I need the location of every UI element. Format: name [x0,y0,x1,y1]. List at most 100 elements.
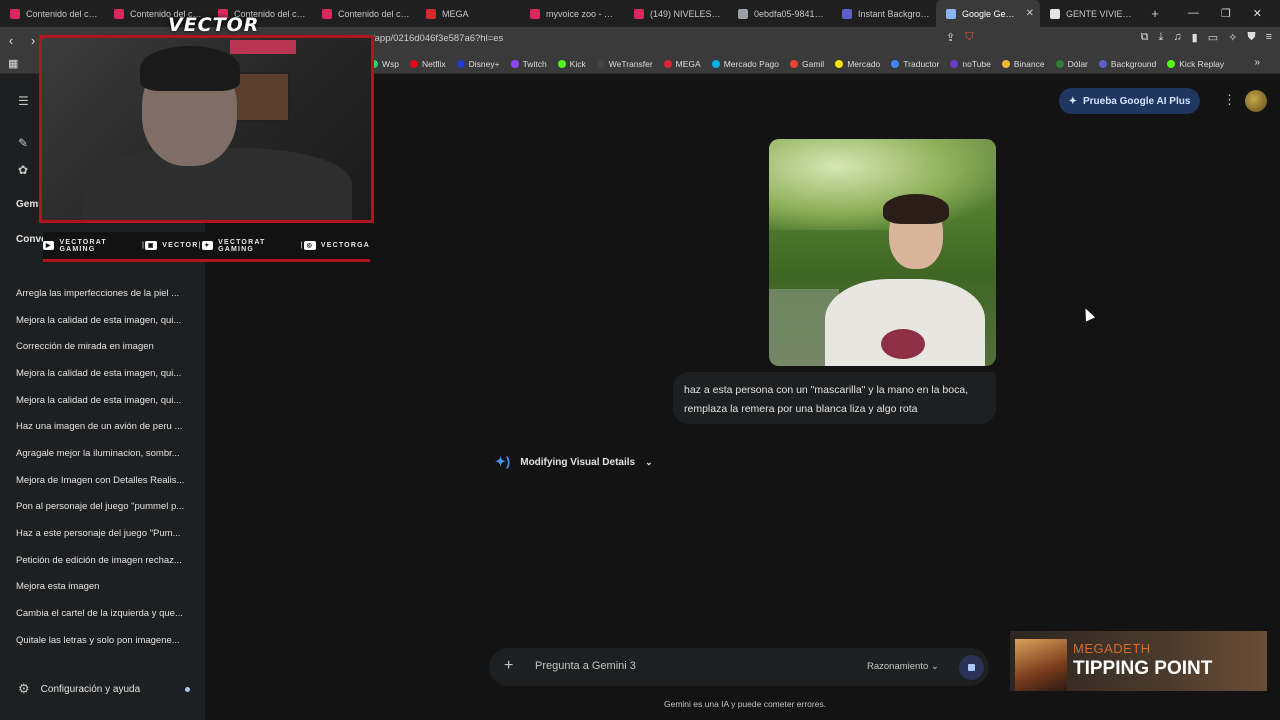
bookmark-item[interactable]: noTube [950,59,991,69]
conversation-item[interactable]: Agragale mejor la iluminacion, sombr... [0,440,205,467]
more-bookmarks-icon[interactable]: » [1254,57,1260,68]
bookmark-item[interactable]: Background [1098,59,1156,69]
ai-icon[interactable]: ✧ [1228,31,1237,44]
uploaded-photo[interactable] [769,139,996,366]
new-tab-button[interactable]: + [1144,6,1166,21]
bookmark-item[interactable]: Mercado Pago [711,59,779,69]
browser-tab[interactable]: (149) NIVELES DE P [624,0,728,27]
background-led-sign [230,40,296,54]
bookmark-item[interactable]: Dólar [1055,59,1088,69]
back-icon[interactable]: ‹ [0,33,22,48]
conversation-item[interactable]: Mejora la calidad de esta imagen, qui... [0,360,205,387]
stop-generation-button[interactable] [959,655,984,680]
social-label: VECTORGA [320,242,370,249]
add-attachment-icon[interactable]: + [504,657,513,675]
close-icon[interactable]: ✕ [1253,7,1262,20]
bookmark-item[interactable]: Binance [1001,59,1045,69]
conversations-heading: Conve [16,234,47,245]
twitch-icon: ▣ [145,241,158,250]
mode-label: Razonamiento [867,661,929,672]
tab-favicon-icon [322,8,332,19]
bookmark-item[interactable]: Kick [557,59,586,69]
prompt-input[interactable]: Pregunta a Gemini 3 [535,660,636,672]
bookmark-item[interactable]: Twitch [510,59,547,69]
bookmark-favicon-icon [1167,59,1176,68]
conversation-item[interactable]: Mejora la calidad de esta imagen, qui... [0,387,205,414]
more-options-icon[interactable]: ⋮ [1223,92,1236,108]
browser-tab[interactable]: Google Gemini ✕ [936,0,1040,27]
conversation-title: Agragale mejor la iluminacion, sombr... [16,447,180,459]
vpn-icon[interactable]: ⛊ [1247,31,1255,44]
conversation-title: Cambia el cartel de la izquierda y que..… [16,608,183,620]
bookmark-item[interactable]: Wsp [370,59,399,69]
download-icon[interactable]: ⤓ [1159,31,1164,44]
restore-icon[interactable]: ❐ [1221,7,1231,20]
minimize-icon[interactable]: — [1188,7,1199,20]
ai-plus-promo-button[interactable]: ✦ Prueba Google AI Plus [1059,88,1200,114]
screenshot-icon[interactable]: ⧉ [1141,31,1149,44]
social-links-banner: ▶ VECTORAT GAMING | ▣ VECTOR | ✦ VECTORAT GAMIN… [43,232,370,262]
browser-tab[interactable]: myvoice zoo - YouTube [520,0,624,27]
conversation-item[interactable]: Mejora esta imagen [0,574,205,601]
settings-help-button[interactable]: ⚙ Configuración y ayuda [18,681,190,697]
new-chat-icon[interactable]: ✎ [18,136,28,150]
bookmark-item[interactable]: WeTransfer [596,59,653,69]
disclaimer: Gemini es una IA y puede cometer errores… [664,699,827,709]
music-icon[interactable]: ♫ [1173,31,1181,44]
instagram-icon: ◎ [303,241,316,250]
conversation-item[interactable]: Mejora la calidad de esta imagen, qui... [0,307,205,334]
conversation-item[interactable]: Mejora de Imagen con Detalles Realis... [0,467,205,494]
bookmark-label: Wsp [382,58,399,69]
hamburger-menu-icon[interactable]: ☰ [18,94,29,108]
model-mode-selector[interactable]: Razonamiento ⌄ [867,661,939,672]
close-tab-icon[interactable]: ✕ [1020,8,1034,19]
menu-icon[interactable]: ≡ [1266,31,1272,44]
browser-tab[interactable]: Instant Background [832,0,936,27]
share-icon[interactable]: ⇪ [946,31,955,44]
conversation-item[interactable]: Corrección de mirada en imagen [0,333,205,360]
streamer-tag: VECTOR [168,14,260,36]
bookmark-item[interactable]: Kick Replay [1167,59,1224,69]
now-playing-song: TIPPING POINT [1073,658,1213,679]
tab-title: Instant Background [858,8,930,19]
browser-tab[interactable]: Contenido del canal [0,0,104,27]
bookmark-item[interactable]: Mercado [835,59,880,69]
bookmark-item[interactable]: Disney+ [456,59,500,69]
bookmark-label: Netflix [422,58,446,69]
conversation-item[interactable]: Petición de edición de imagen rechaz... [0,547,205,574]
youtube-icon: ▶ [43,241,55,250]
browser-tab[interactable]: Contenido del canal [312,0,416,27]
bookmark-item[interactable]: MEGA [663,59,701,69]
tab-title: GENTE VIVIENDO E [1066,8,1138,19]
bookmark-favicon-icon [891,59,900,68]
browser-tab[interactable]: MEGA [416,0,520,27]
apps-grid-icon[interactable]: ▦ [8,57,18,70]
conversation-item[interactable]: Quitale las letras y solo pon imagene... [0,627,205,654]
conversation-item[interactable]: Cambia el cartel de la izquierda y que..… [0,600,205,627]
gem-icon[interactable]: ✿ [18,163,28,177]
tab-favicon-icon [946,8,956,19]
bookmark-favicon-icon [410,59,418,68]
browser-tab[interactable]: 0ebdfa05-9841-4f6 [728,0,832,27]
conversation-item[interactable]: Arregla las imperfecciones de la piel ..… [0,280,205,307]
brave-shield-icon[interactable]: ⛉ [965,31,973,44]
tab-favicon-icon [10,8,20,19]
bookmark-favicon-icon [835,59,844,68]
bookmark-item[interactable]: Netflix [410,59,446,69]
browser-tab[interactable]: GENTE VIVIENDO E [1040,0,1144,27]
url-field[interactable]: /app/0216d046f3e587a6?hl=es [372,33,503,44]
tab-title: Google Gemini [962,8,1020,19]
thinking-status[interactable]: ✦) Modifying Visual Details ⌄ [495,454,653,470]
bookmark-label: noTube [962,58,991,69]
sidebar-toggle-icon[interactable]: ▮ [1192,31,1198,44]
conversation-item[interactable]: Pon al personaje del juego "pummel p... [0,494,205,521]
avatar[interactable] [1245,90,1267,112]
bookmark-item[interactable]: Gamil [790,59,824,69]
bookmark-item[interactable]: Traductor [891,59,939,69]
social-label: VECTOR [162,242,199,249]
wallet-icon[interactable]: ▭ [1208,31,1218,44]
user-message-bubble: haz a esta persona con un "mascarilla" y… [673,372,996,424]
window-controls: — ❐ ✕ [1188,7,1280,20]
conversation-item[interactable]: Haz una imagen de un avión de peru ... [0,413,205,440]
conversation-item[interactable]: Haz a este personaje del juego "Pum... [0,520,205,547]
